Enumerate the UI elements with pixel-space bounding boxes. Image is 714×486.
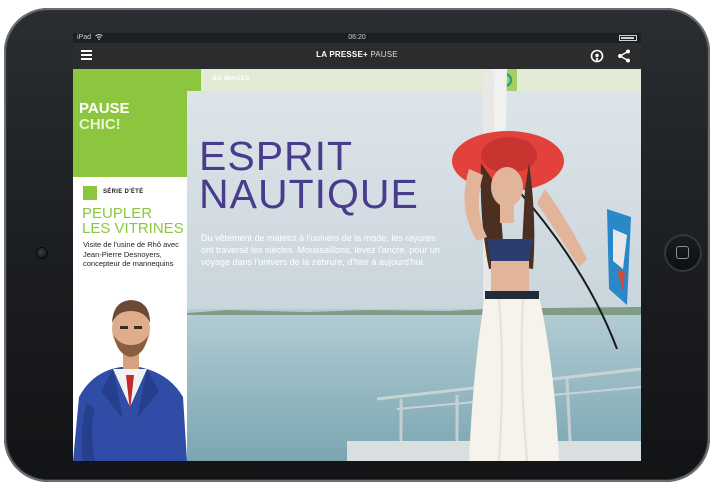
brand-name: LA PRESSE+ — [316, 50, 368, 59]
hero-title-line1: ESPRIT — [199, 133, 354, 179]
brand-section: PAUSE — [370, 50, 398, 59]
share-icon[interactable] — [616, 48, 632, 64]
home-button[interactable] — [664, 234, 702, 272]
en-images-bar: EN IMAGES — [187, 69, 641, 91]
en-images-label: EN IMAGES — [213, 76, 250, 82]
series-label: SÉRIE D'ÉTÉ — [103, 189, 144, 195]
battery-icon — [619, 35, 637, 41]
article-title-line2: LES VITRINES — [82, 220, 184, 237]
screen: iPad 06:20 LA PRESSE+ PAUSE PAUSE CHIC! … — [73, 33, 641, 461]
app-bar: LA PRESSE+ PAUSE — [73, 43, 641, 75]
hero-title: ESPRIT NAUTIQUE — [199, 133, 459, 217]
section-block[interactable]: PAUSE CHIC! — [73, 69, 187, 177]
article-title[interactable]: PEUPLER LES VITRINES — [82, 206, 192, 236]
section-title: PAUSE — [79, 100, 130, 117]
brand-title: LA PRESSE+ PAUSE — [73, 50, 641, 59]
article-description: Visite de l'usine de Rhô avec Jean-Pierr… — [83, 240, 179, 268]
series-square — [83, 186, 97, 200]
podcast-icon[interactable] — [589, 48, 605, 64]
left-column: PAUSE CHIC! SÉRIE D'ÉTÉ PEUPLER LES VITR… — [73, 69, 187, 461]
status-time: 06:20 — [348, 34, 366, 41]
home-square-icon — [676, 246, 689, 259]
front-camera — [37, 248, 47, 258]
hero-title-line2: NAUTIQUE — [199, 171, 419, 217]
status-bar: iPad 06:20 — [73, 33, 641, 43]
hero-description: Du vêtement de matelot à l'univers de la… — [201, 233, 440, 267]
en-images-tag — [187, 69, 201, 91]
hero-image[interactable]: EN IMAGES ESPRIT NAUTIQUE Du vêtement de… — [187, 69, 641, 461]
section-subtitle: CHIC! — [79, 116, 121, 133]
portrait-image[interactable] — [73, 279, 187, 461]
article-title-line1: PEUPLER — [82, 205, 153, 222]
